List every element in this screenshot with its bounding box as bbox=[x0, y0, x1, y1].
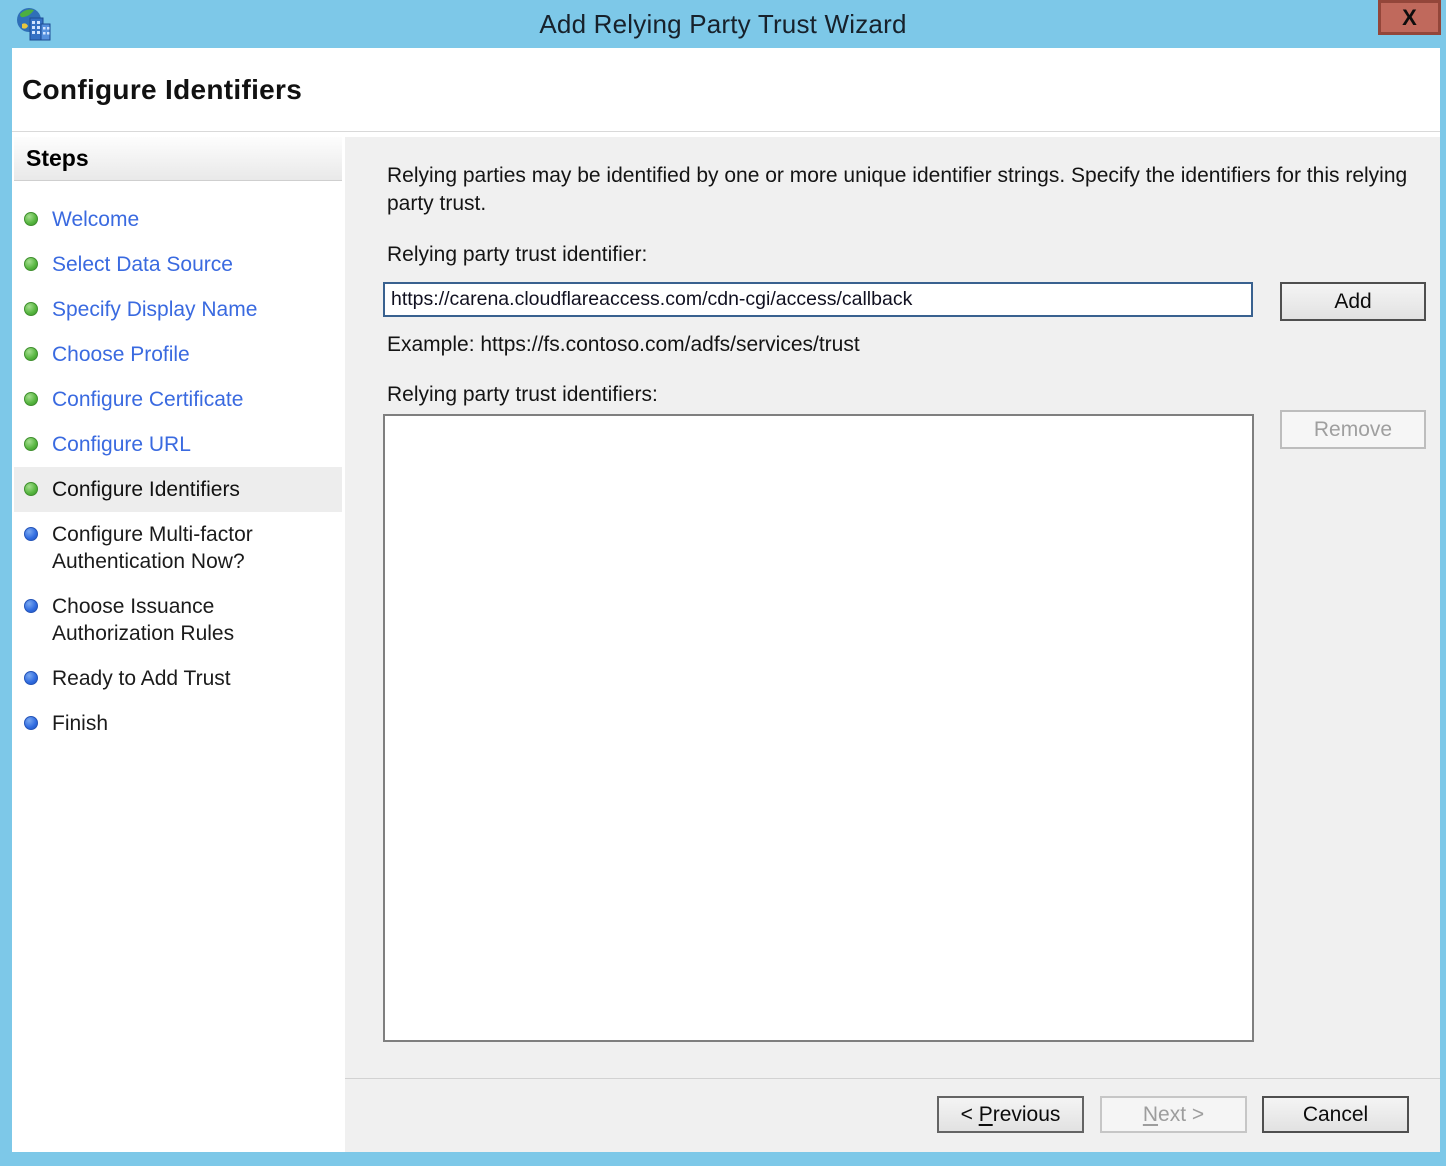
step-label: Specify Display Name bbox=[52, 296, 257, 323]
sidebar-item-choose-profile[interactable]: Choose Profile bbox=[14, 332, 342, 377]
step-status-icon bbox=[24, 212, 38, 226]
step-label: Configure Multi-factor Authentication No… bbox=[52, 521, 310, 575]
sidebar-item-finish: Finish bbox=[14, 701, 342, 746]
wizard-dialog: Configure Identifiers Steps Welcome Selec… bbox=[12, 48, 1440, 1152]
previous-accesskey: P bbox=[979, 1103, 993, 1126]
sidebar-item-welcome[interactable]: Welcome bbox=[14, 197, 342, 242]
step-label: Ready to Add Trust bbox=[52, 665, 231, 692]
step-status-icon bbox=[24, 671, 38, 685]
add-button[interactable]: Add bbox=[1280, 282, 1426, 321]
next-button[interactable]: Next > bbox=[1100, 1096, 1247, 1133]
close-icon: X bbox=[1402, 7, 1417, 29]
steps-sidebar: Steps Welcome Select Data Source Specify D… bbox=[14, 137, 342, 1145]
step-label: Finish bbox=[52, 710, 108, 737]
close-button[interactable]: X bbox=[1378, 0, 1441, 35]
previous-button[interactable]: < Previous bbox=[937, 1096, 1084, 1133]
previous-prefix: < bbox=[961, 1103, 979, 1126]
steps-title: Steps bbox=[26, 145, 89, 172]
sidebar-item-select-data-source[interactable]: Select Data Source bbox=[14, 242, 342, 287]
step-status-icon bbox=[24, 482, 38, 496]
sidebar-item-configure-multi-factor-authentication-now: Configure Multi-factor Authentication No… bbox=[14, 512, 342, 584]
identifier-field-label: Relying party trust identifier: bbox=[387, 243, 647, 267]
steps-header: Steps bbox=[14, 137, 342, 181]
remove-button[interactable]: Remove bbox=[1280, 410, 1426, 449]
identifiers-listbox[interactable] bbox=[383, 414, 1254, 1042]
step-status-icon bbox=[24, 302, 38, 316]
sidebar-item-specify-display-name[interactable]: Specify Display Name bbox=[14, 287, 342, 332]
sidebar-item-configure-identifiers: Configure Identifiers bbox=[14, 467, 342, 512]
window-title: Add Relying Party Trust Wizard bbox=[539, 9, 906, 40]
step-label: Configure Identifiers bbox=[52, 476, 240, 503]
next-accesskey: N bbox=[1143, 1103, 1158, 1126]
sidebar-item-configure-url[interactable]: Configure URL bbox=[14, 422, 342, 467]
step-status-icon bbox=[24, 392, 38, 406]
sidebar-item-configure-certificate[interactable]: Configure Certificate bbox=[14, 377, 342, 422]
step-label: Select Data Source bbox=[52, 251, 233, 278]
step-label: Welcome bbox=[52, 206, 139, 233]
title-bar: Add Relying Party Trust Wizard X bbox=[0, 0, 1446, 48]
page-title: Configure Identifiers bbox=[22, 74, 302, 106]
step-label: Configure Certificate bbox=[52, 386, 243, 413]
sidebar-item-ready-to-add-trust: Ready to Add Trust bbox=[14, 656, 342, 701]
step-status-icon bbox=[24, 437, 38, 451]
step-status-icon bbox=[24, 257, 38, 271]
steps-list: Welcome Select Data Source Specify Display… bbox=[14, 181, 342, 746]
step-status-icon bbox=[24, 716, 38, 730]
previous-rest: revious bbox=[993, 1103, 1061, 1126]
cancel-button[interactable]: Cancel bbox=[1262, 1096, 1409, 1133]
step-label: Choose Issuance Authorization Rules bbox=[52, 593, 310, 647]
next-rest: ext > bbox=[1158, 1103, 1204, 1126]
page-header: Configure Identifiers bbox=[12, 48, 1440, 132]
identifiers-list-label: Relying party trust identifiers: bbox=[387, 383, 658, 407]
sidebar-item-choose-issuance-authorization-rules: Choose Issuance Authorization Rules bbox=[14, 584, 342, 656]
identifier-input[interactable] bbox=[383, 282, 1253, 317]
step-label: Configure URL bbox=[52, 431, 191, 458]
intro-text: Relying parties may be identified by one… bbox=[387, 162, 1412, 218]
step-label: Choose Profile bbox=[52, 341, 190, 368]
footer-button-bar: < Previous Next > Cancel bbox=[345, 1078, 1440, 1152]
step-status-icon bbox=[24, 347, 38, 361]
example-text: Example: https://fs.contoso.com/adfs/ser… bbox=[387, 333, 860, 357]
content-pane: Relying parties may be identified by one… bbox=[345, 137, 1440, 1078]
step-status-icon bbox=[24, 527, 38, 541]
step-status-icon bbox=[24, 599, 38, 613]
adfs-app-icon bbox=[14, 6, 52, 44]
